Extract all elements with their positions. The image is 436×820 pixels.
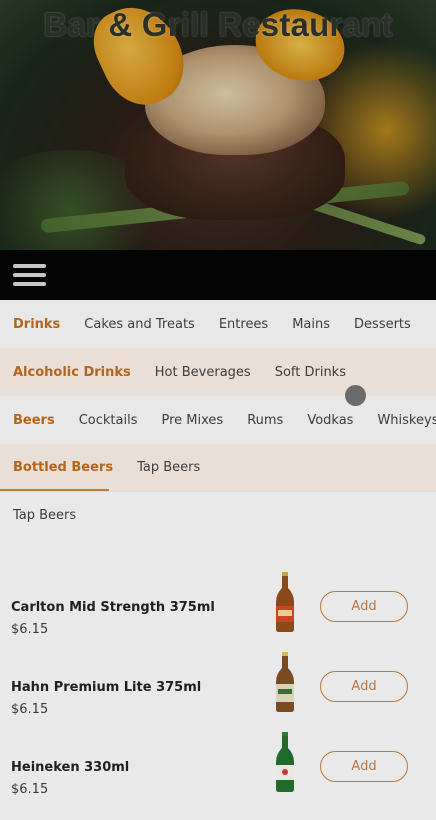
tab-soft-drinks[interactable]: Soft Drinks — [275, 365, 346, 380]
tab-cakes-and-treats[interactable]: Cakes and Treats — [84, 317, 195, 332]
touch-cursor-indicator — [345, 385, 366, 406]
tab-drinks[interactable]: Drinks — [13, 317, 60, 332]
tab-beers[interactable]: Beers — [13, 413, 55, 428]
product-name: Heineken 330ml — [11, 760, 130, 775]
beer-bottle-icon — [276, 652, 294, 712]
product-item: Hahn Premium Lite 375ml $6.15 Add — [0, 652, 436, 760]
tab-desserts[interactable]: Desserts — [354, 317, 411, 332]
subcategory-tabs: Alcoholic Drinks Hot Beverages Soft Drin… — [0, 348, 436, 396]
product-price: $6.15 — [11, 622, 49, 637]
restaurant-title: Bar & Grill Restaurant — [43, 6, 393, 43]
tab-mains[interactable]: Mains — [292, 317, 330, 332]
add-button[interactable]: Add — [320, 591, 408, 622]
category-tabs: Drinks Cakes and Treats Entrees Mains De… — [0, 300, 436, 348]
tab-pre-mixes[interactable]: Pre Mixes — [161, 413, 223, 428]
product-item: Carlton Mid Strength 375ml $6.15 Add — [0, 572, 436, 680]
active-tab-underline — [0, 489, 109, 491]
hero-banner: Bar & Grill Restaurant — [0, 0, 436, 250]
add-button[interactable]: Add — [320, 671, 408, 702]
hamburger-menu-icon[interactable] — [13, 264, 46, 286]
product-name: Carlton Mid Strength 375ml — [11, 600, 215, 615]
tab-rums[interactable]: Rums — [247, 413, 283, 428]
top-navbar — [0, 250, 436, 300]
tab-entrees[interactable]: Entrees — [219, 317, 268, 332]
tab-hot-beverages[interactable]: Hot Beverages — [155, 365, 251, 380]
tab-vodkas[interactable]: Vodkas — [307, 413, 353, 428]
product-price: $6.15 — [11, 702, 49, 717]
tab-cocktails[interactable]: Cocktails — [79, 413, 138, 428]
product-name: Hahn Premium Lite 375ml — [11, 680, 202, 695]
product-item: Heineken 330ml $6.15 Add — [0, 732, 436, 820]
tab-whiskeys[interactable]: Whiskeys — [377, 413, 436, 428]
add-button[interactable]: Add — [320, 751, 408, 782]
type-tabs: Beers Cocktails Pre Mixes Rums Vodkas Wh… — [0, 396, 436, 444]
tab-tap-beers[interactable]: Tap Beers — [137, 460, 200, 475]
beer-bottle-icon — [276, 732, 294, 792]
section-title: Tap Beers — [13, 508, 77, 523]
beer-bottle-icon — [276, 572, 294, 632]
product-price: $6.15 — [11, 782, 49, 797]
subtype-tabs: Bottled Beers Tap Beers — [0, 444, 436, 492]
tab-alcoholic-drinks[interactable]: Alcoholic Drinks — [13, 365, 131, 380]
tab-bottled-beers[interactable]: Bottled Beers — [13, 460, 113, 475]
